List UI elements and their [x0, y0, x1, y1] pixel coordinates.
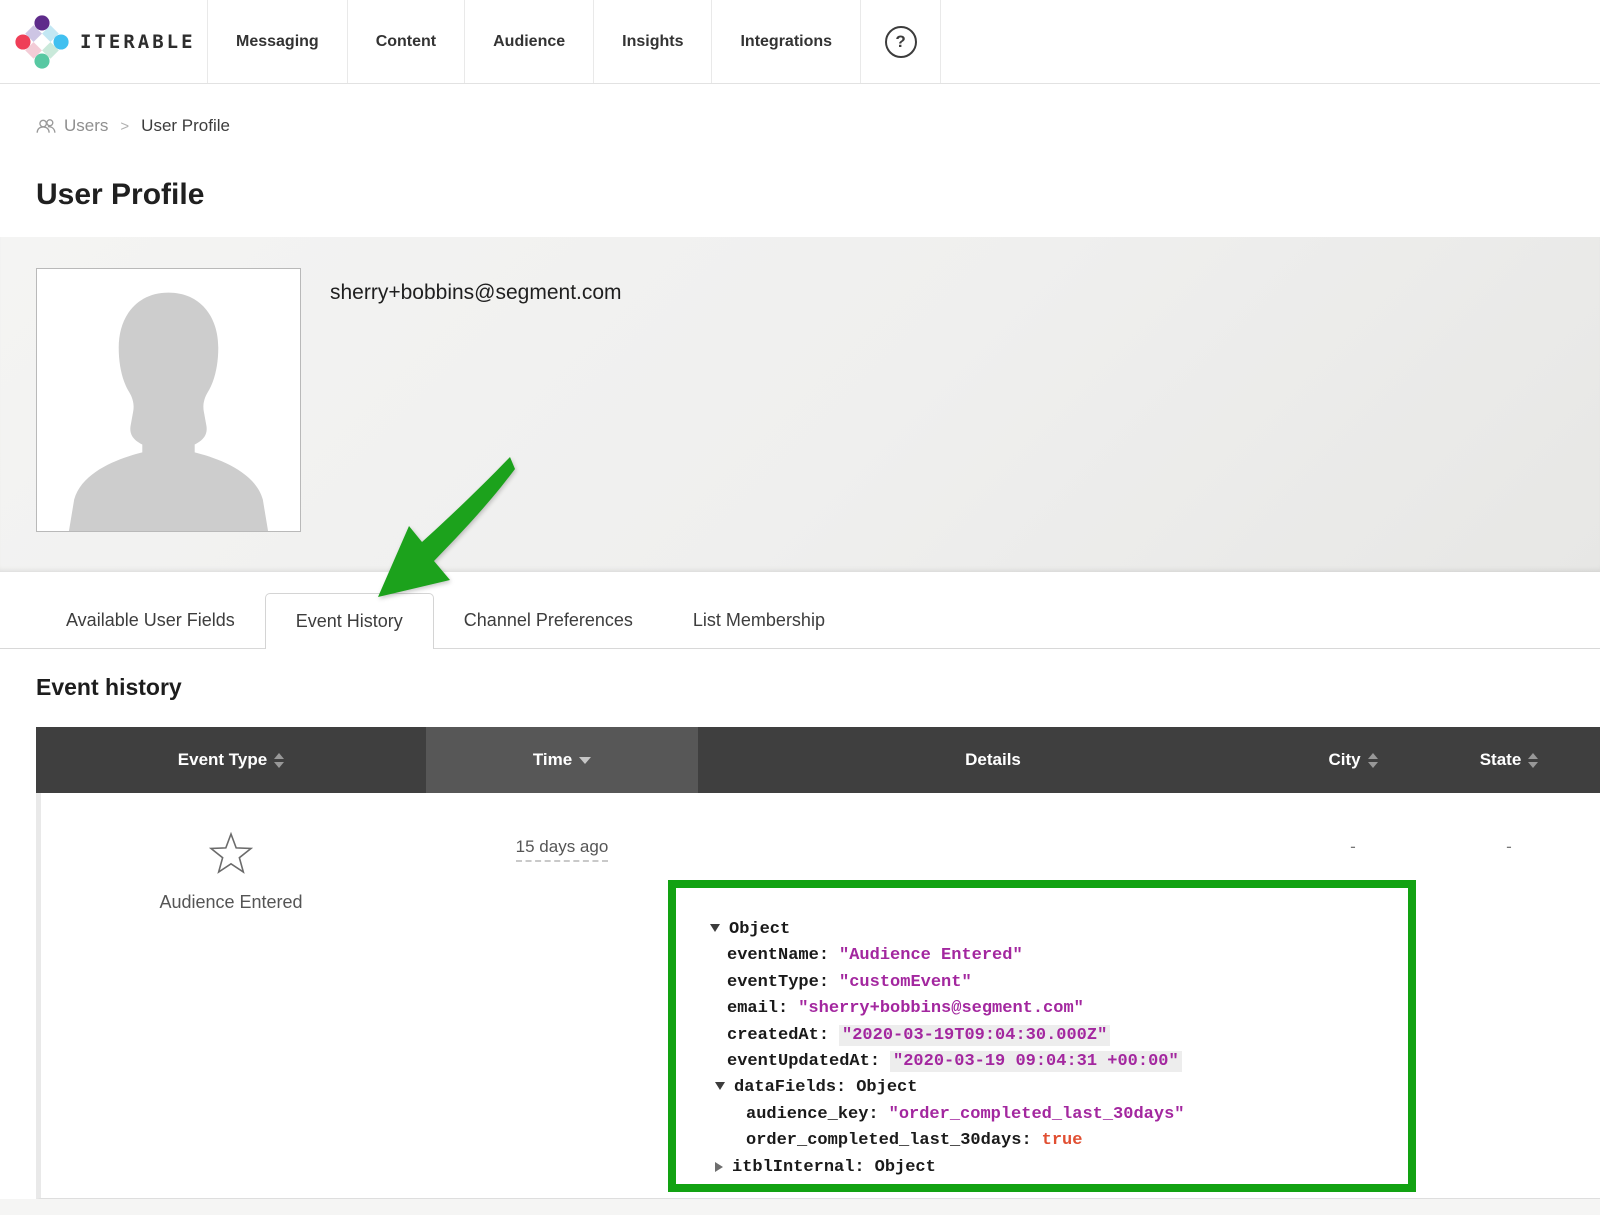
star-icon[interactable] [208, 831, 254, 877]
column-header-event-type[interactable]: Event Type [36, 727, 426, 793]
breadcrumb: Users > User Profile [36, 115, 1600, 137]
event-type-cell: Audience Entered [36, 831, 426, 913]
json-line: eventType:"customEvent" [710, 970, 1394, 996]
nav-item-audience[interactable]: Audience [465, 0, 594, 83]
tab-available-user-fields[interactable]: Available User Fields [36, 593, 265, 648]
avatar [36, 268, 301, 532]
event-history-heading: Event history [36, 673, 1600, 701]
users-icon [36, 118, 57, 134]
profile-hero: sherry+bobbins@segment.com [0, 237, 1600, 572]
tab-list-membership[interactable]: List Membership [663, 593, 855, 648]
time-cell: 15 days ago [426, 837, 698, 857]
city-cell: - [1288, 837, 1418, 857]
column-header-time[interactable]: Time [426, 727, 698, 793]
relative-time[interactable]: 15 days ago [516, 837, 609, 862]
json-branch-itblinternal: itblInternal:Object [710, 1155, 1394, 1181]
json-line: eventUpdatedAt:"2020-03-19 09:04:31 +00:… [710, 1049, 1394, 1075]
json-line: eventName:"Audience Entered" [710, 943, 1394, 969]
table-header: Event Type Time Details City State [36, 727, 1600, 793]
sort-desc-icon [579, 757, 591, 764]
brand-logo-block[interactable]: ITERABLE [0, 0, 208, 83]
expand-triangle-icon[interactable] [715, 1162, 723, 1172]
avatar-placeholder-icon [37, 269, 300, 531]
page-title: User Profile [36, 177, 1600, 213]
event-history-table: Event Type Time Details City State Audie… [36, 727, 1600, 1199]
iterable-logo-icon [14, 14, 70, 70]
sort-icon [274, 753, 284, 768]
state-cell: - [1418, 837, 1600, 857]
event-row: Audience Entered 15 days ago - - Object … [36, 793, 1600, 1199]
breadcrumb-chevron-icon: > [120, 118, 129, 135]
json-line: createdAt:"2020-03-19T09:04:30.000Z" [710, 1023, 1394, 1049]
profile-tabs: Available User Fields Event History Chan… [0, 593, 1600, 649]
json-tree: Object eventName:"Audience Entered" even… [676, 888, 1408, 1181]
breadcrumb-users-link[interactable]: Users [36, 116, 108, 136]
sort-icon [1528, 753, 1538, 768]
collapse-triangle-icon[interactable] [715, 1082, 725, 1090]
collapse-triangle-icon[interactable] [710, 924, 720, 932]
json-line: order_completed_last_30days:true [710, 1128, 1394, 1154]
help-icon: ? [885, 26, 917, 58]
breadcrumb-users-label: Users [64, 116, 108, 136]
top-nav: ITERABLE Messaging Content Audience Insi… [0, 0, 1600, 84]
column-header-state[interactable]: State [1418, 727, 1600, 793]
breadcrumb-current: User Profile [141, 116, 230, 136]
nav-item-messaging[interactable]: Messaging [208, 0, 348, 83]
annotation-arrow-icon [362, 449, 517, 617]
column-header-details: Details [698, 727, 1288, 793]
json-root-line: Object [710, 917, 1394, 943]
event-type-label: Audience Entered [36, 892, 426, 913]
nav-item-insights[interactable]: Insights [594, 0, 712, 83]
json-line: audience_key:"order_completed_last_30day… [710, 1102, 1394, 1128]
json-branch-datafields: dataFields:Object [710, 1075, 1394, 1101]
nav-item-integrations[interactable]: Integrations [712, 0, 861, 83]
details-highlight-box: Object eventName:"Audience Entered" even… [668, 880, 1416, 1192]
column-header-city[interactable]: City [1288, 727, 1418, 793]
nav-item-content[interactable]: Content [348, 0, 465, 83]
help-button[interactable]: ? [861, 0, 941, 83]
sort-icon [1368, 753, 1378, 768]
bottom-strip [0, 1199, 1600, 1215]
json-line: email:"sherry+bobbins@segment.com" [710, 996, 1394, 1022]
user-email: sherry+bobbins@segment.com [330, 281, 622, 305]
brand-wordmark: ITERABLE [80, 31, 196, 53]
